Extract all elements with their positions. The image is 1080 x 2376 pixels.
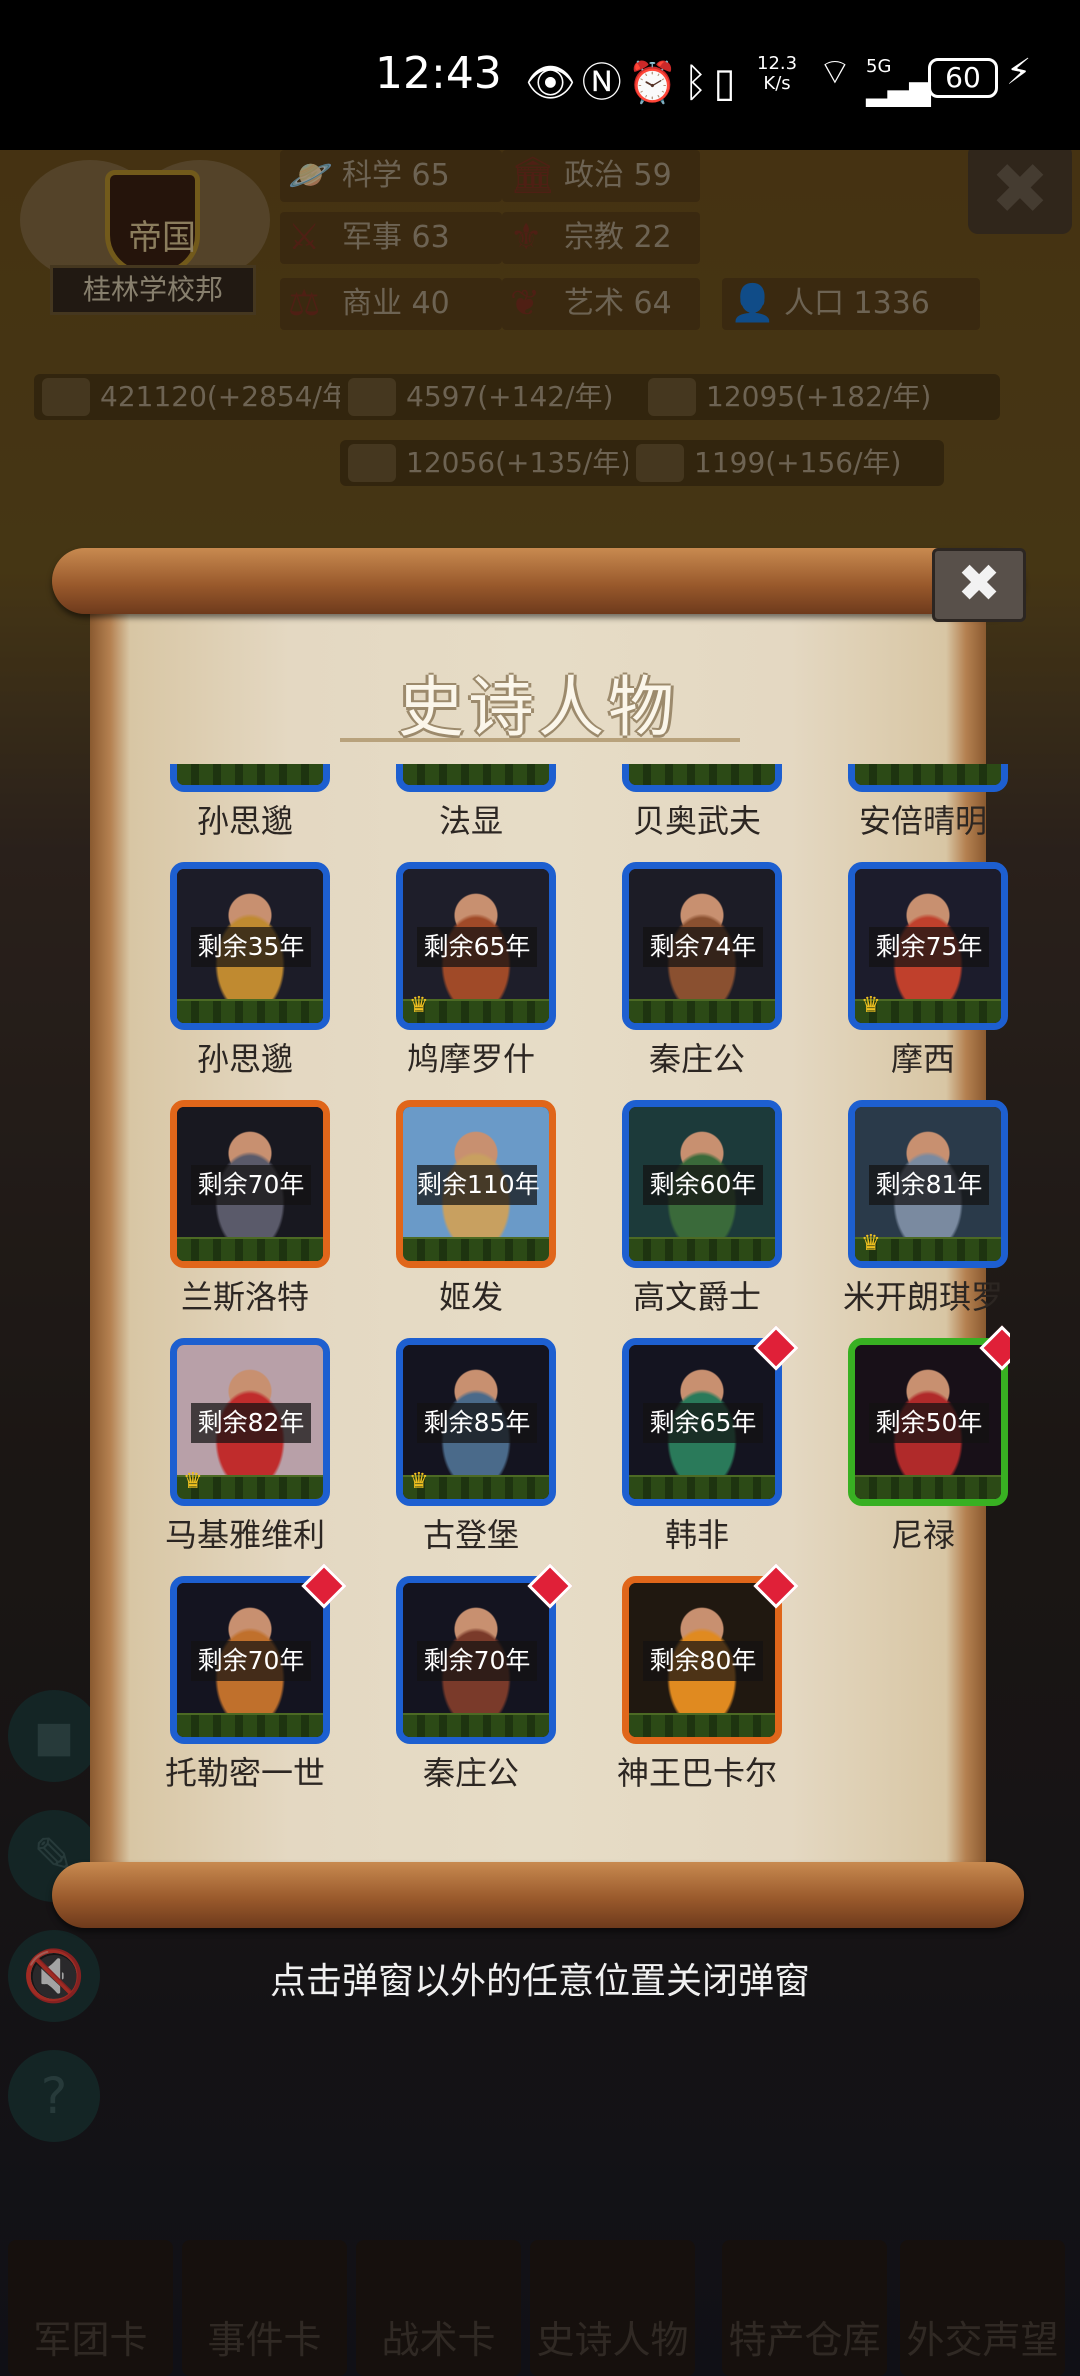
figure-portrait-frame[interactable]: 剩余74年 [622, 862, 782, 1030]
figure-name: 托勒密一世 [164, 1754, 325, 1792]
figure-name: 秦庄公 [648, 1040, 745, 1078]
title-divider [340, 738, 740, 742]
figure-name: 安倍晴明 [858, 802, 987, 840]
figure-name: 秦庄公 [422, 1754, 519, 1792]
figure-name: 孙思邈 [196, 802, 293, 840]
bluetooth-icon: ᛒ [683, 60, 714, 106]
figure-name: 韩非 [664, 1516, 729, 1554]
crown-icon: ♛ [183, 1469, 203, 1494]
epic-figures-popup: 史诗人物 孙思邈 法显 贝奥武夫 安倍晴明 剩余35年 孙思邈 ♛ 剩余65年 鸠摩罗什 剩余74… [52, 548, 1026, 1928]
grass-border [629, 999, 775, 1023]
remaining-years: 剩余35年 [191, 927, 311, 967]
remaining-years: 剩余50年 [869, 1403, 989, 1443]
figure-grid[interactable]: 孙思邈 法显 贝奥武夫 安倍晴明 剩余35年 孙思邈 ♛ 剩余65年 鸠摩罗什 剩余74年 秦庄公 ♛… [150, 764, 1010, 1834]
net-speed-value: 12.3 [757, 53, 798, 74]
grass-border [855, 1475, 1001, 1499]
vibrate-icon: ▯ [713, 60, 742, 106]
figure-name: 神王巴卡尔 [616, 1754, 777, 1792]
figure-portrait-frame[interactable]: ♛ 剩余81年 [848, 1100, 1008, 1268]
crown-icon: ♛ [409, 1469, 429, 1494]
figure-portrait-frame[interactable] [396, 764, 556, 792]
figure-name: 鸠摩罗什 [406, 1040, 535, 1078]
grass-border [855, 764, 1001, 785]
figure-name: 摩西 [890, 1040, 955, 1078]
grass-border [629, 1475, 775, 1499]
crown-icon: ♛ [409, 993, 429, 1018]
close-popup-button[interactable]: ✖ [932, 548, 1026, 622]
grass-border [629, 764, 775, 785]
figure-portrait-frame[interactable]: 剩余35年 [170, 862, 330, 1030]
figure-name: 姬发 [438, 1278, 503, 1316]
remaining-years: 剩余75年 [869, 927, 989, 967]
grass-border [177, 999, 323, 1023]
figure-portrait-frame[interactable]: 剩余70年 [170, 1576, 330, 1744]
remaining-years: 剩余65年 [643, 1403, 763, 1443]
scroll-rod-top [52, 548, 1024, 614]
figure-portrait-frame[interactable]: ♛ 剩余82年 [170, 1338, 330, 1506]
grass-border [177, 764, 323, 785]
remaining-years: 剩余70年 [417, 1641, 537, 1681]
grass-border [629, 1237, 775, 1261]
figure-portrait-frame[interactable]: 剩余110年 [396, 1100, 556, 1268]
figure-name: 古登堡 [422, 1516, 519, 1554]
remaining-years: 剩余85年 [417, 1403, 537, 1443]
crown-icon: ♛ [861, 993, 881, 1018]
remaining-years: 剩余70年 [191, 1641, 311, 1681]
figure-name: 法显 [438, 802, 503, 840]
figure-name: 尼禄 [890, 1516, 955, 1554]
remaining-years: 剩余65年 [417, 927, 537, 967]
remaining-years: 剩余81年 [869, 1165, 989, 1205]
figure-portrait-frame[interactable]: 剩余50年 [848, 1338, 1008, 1506]
crown-icon: ♛ [861, 1231, 881, 1256]
grass-border [177, 1713, 323, 1737]
remaining-years: 剩余110年 [417, 1165, 540, 1205]
remaining-years: 剩余60年 [643, 1165, 763, 1205]
alarm-icon: ⏰ [627, 60, 684, 106]
figure-name: 孙思邈 [196, 1040, 293, 1078]
status-time: 12:43 [375, 48, 502, 99]
figure-name: 高文爵士 [632, 1278, 761, 1316]
scroll-rod-bottom [52, 1862, 1024, 1928]
status-bar: 12:43 👁Ⓝ⏰ᛒ▯ 12.3 K/s ⌔ 5G ▂▄▆ 60 ⚡ [0, 0, 1080, 150]
net-speed-unit: K/s [763, 73, 791, 94]
figure-name: 马基雅维利 [164, 1516, 325, 1554]
status-icons: 👁Ⓝ⏰ᛒ▯ [525, 50, 742, 108]
battery-icon: 60 [928, 58, 998, 98]
charging-icon: ⚡ [1006, 52, 1032, 93]
wifi-icon: ⌔ [818, 52, 852, 93]
figure-portrait-frame[interactable]: ♛ 剩余65年 [396, 862, 556, 1030]
figure-portrait-frame[interactable]: 剩余65年 [622, 1338, 782, 1506]
grass-border [403, 764, 549, 785]
close-hint: 点击弹窗以外的任意位置关闭弹窗 [269, 1961, 810, 2002]
net-speed: 12.3 K/s [757, 54, 797, 94]
remaining-years: 剩余74年 [643, 927, 763, 967]
figure-portrait-frame[interactable] [848, 764, 1008, 792]
grass-border [403, 1237, 549, 1261]
remaining-years: 剩余82年 [191, 1403, 311, 1443]
grass-border [403, 1713, 549, 1737]
figure-portrait-frame[interactable]: 剩余60年 [622, 1100, 782, 1268]
figure-portrait-frame[interactable] [170, 764, 330, 792]
figure-portrait-frame[interactable]: ♛ 剩余75年 [848, 862, 1008, 1030]
figure-name: 兰斯洛特 [180, 1278, 309, 1316]
figure-portrait-frame[interactable]: 剩余70年 [170, 1100, 330, 1268]
parchment-scroll: 史诗人物 孙思邈 法显 贝奥武夫 安倍晴明 剩余35年 孙思邈 ♛ 剩余65年 鸠摩罗什 剩余74… [90, 588, 1010, 1878]
remaining-years: 剩余80年 [643, 1641, 763, 1681]
eye-icon: 👁 [525, 60, 582, 106]
popup-title: 史诗人物 [398, 669, 678, 746]
signal-icon: ▂▄▆ [866, 74, 931, 107]
remaining-years: 剩余70年 [191, 1165, 311, 1205]
nfc-icon: Ⓝ [581, 60, 628, 106]
figure-portrait-frame[interactable]: ♛ 剩余85年 [396, 1338, 556, 1506]
figure-name: 米开朗琪罗 [842, 1278, 1003, 1316]
grass-border [629, 1713, 775, 1737]
figure-portrait-frame[interactable]: 剩余80年 [622, 1576, 782, 1744]
figure-portrait-frame[interactable] [622, 764, 782, 792]
figure-name: 贝奥武夫 [632, 802, 761, 840]
figure-portrait-frame[interactable]: 剩余70年 [396, 1576, 556, 1744]
grass-border [177, 1237, 323, 1261]
